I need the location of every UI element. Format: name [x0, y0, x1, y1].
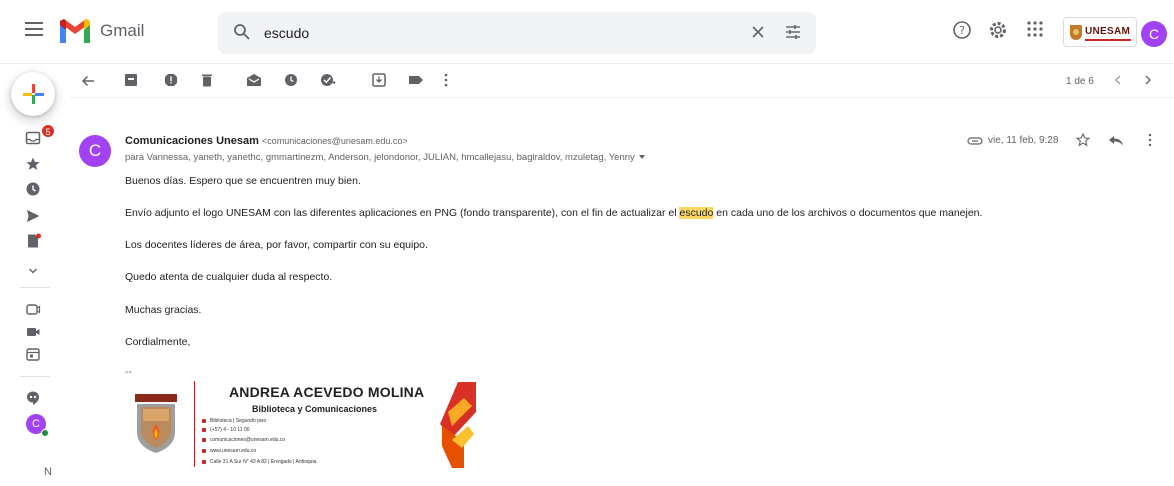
body-paragraph-attachment: Envío adjunto el logo UNESAM con las dif…: [125, 207, 983, 219]
older-chevron-icon[interactable]: [1142, 73, 1154, 87]
globe-icon: [202, 448, 206, 453]
signature-brand-shape: [440, 382, 476, 468]
mark-unread-icon[interactable]: [246, 73, 262, 87]
drafts-icon[interactable]: [25, 233, 41, 249]
add-to-tasks-icon[interactable]: [320, 73, 336, 87]
plus-icon: [23, 84, 44, 104]
unesam-crest-logo: [135, 394, 177, 453]
sent-icon[interactable]: [25, 208, 41, 224]
star-icon[interactable]: [1076, 133, 1090, 147]
signature-phone: (+57) 4 - 10 11 00: [202, 427, 250, 433]
body-thanks: Muchas gracias.: [125, 304, 202, 316]
signature-email[interactable]: comunicaciones@unesam.edu.co: [202, 437, 285, 443]
back-icon[interactable]: [80, 73, 96, 89]
gmail-wordmark: Gmail: [100, 21, 145, 40]
search-options-icon[interactable]: [784, 24, 802, 40]
move-to-icon[interactable]: [372, 73, 386, 87]
calendar-icon[interactable]: [25, 346, 41, 362]
sender-name[interactable]: Comunicaciones Unesam: [125, 135, 259, 147]
body-paragraph-questions: Quedo atenta de cualquier duda al respec…: [125, 271, 333, 283]
label-icon[interactable]: [408, 73, 424, 87]
pagination-label: 1 de 6: [1066, 76, 1094, 87]
sender-avatar[interactable]: C: [79, 135, 111, 167]
starred-icon[interactable]: [25, 156, 41, 172]
signature-separator: --: [125, 367, 132, 378]
unesam-shield-icon: [1070, 25, 1082, 40]
location-pin-icon: [202, 418, 206, 423]
inbox-icon[interactable]: [25, 130, 41, 146]
gmail-logo-icon[interactable]: [58, 19, 92, 45]
signature-role: Biblioteca y Comunicaciones: [252, 404, 378, 414]
signature-name: ANDREA ACEVEDO MOLINA: [229, 384, 425, 400]
organization-name: UNESAM: [1085, 26, 1131, 37]
signature-address: Calle 31 A Sur N° 43 A 82 | Envigado | A…: [202, 459, 316, 465]
chat-icon[interactable]: [25, 302, 41, 318]
help-icon[interactable]: ?: [952, 20, 972, 40]
online-status-dot: [41, 429, 49, 437]
delete-icon[interactable]: [200, 73, 214, 87]
signature-location: Biblioteca | Segundo piso: [202, 418, 266, 424]
snooze-icon[interactable]: [284, 73, 298, 87]
top-bar: Gmail ?: [0, 0, 1174, 64]
attachment-icon: [967, 137, 983, 145]
search-highlight: escudo: [679, 207, 714, 219]
apps-grid-icon[interactable]: [1026, 20, 1044, 38]
organization-badge[interactable]: UNESAM: [1063, 17, 1137, 47]
sender-email: <comunicaciones@unesam.edu.co>: [261, 136, 408, 146]
more-labels-chevron-icon[interactable]: [25, 263, 41, 279]
home-icon: [202, 459, 206, 464]
meet-icon[interactable]: [25, 324, 41, 340]
reply-icon[interactable]: [1108, 133, 1124, 147]
unread-count-badge: 5: [41, 124, 55, 138]
body-greeting: Buenos días. Espero que se encuentren mu…: [125, 175, 361, 187]
report-spam-icon[interactable]: [164, 73, 178, 87]
search-bar[interactable]: [218, 12, 816, 54]
account-avatar[interactable]: C: [1141, 21, 1167, 47]
body-closing: Cordialmente,: [125, 336, 191, 348]
phone-icon: [202, 427, 206, 432]
archive-icon[interactable]: [124, 73, 138, 87]
recipients-list: para Vannessa, yaneth, yanethc, gmmartin…: [125, 152, 635, 163]
rail-footer-letter: N: [44, 466, 52, 478]
sender-line: Comunicaciones Unesam <comunicaciones@un…: [125, 135, 408, 147]
clear-search-icon[interactable]: [749, 23, 767, 41]
message-date: vie, 11 feb, 9:28: [988, 135, 1059, 146]
message-toolbar: 1 de 6: [70, 64, 1174, 98]
search-icon[interactable]: [233, 23, 251, 41]
recipients-line[interactable]: para Vannessa, yaneth, yanethc, gmmartin…: [125, 152, 645, 163]
body-paragraph-share: Los docentes líderes de área, por favor,…: [125, 239, 428, 251]
compose-button[interactable]: [11, 72, 55, 116]
hangouts-icon[interactable]: [25, 390, 41, 406]
mail-icon: [202, 437, 206, 442]
main-menu-icon[interactable]: [25, 22, 43, 36]
newer-chevron-icon[interactable]: [1112, 73, 1124, 87]
snoozed-icon[interactable]: [25, 181, 41, 197]
svg-text:?: ?: [959, 24, 965, 37]
show-details-caret-icon[interactable]: [638, 155, 645, 160]
message-more-icon[interactable]: [1147, 133, 1153, 147]
settings-icon[interactable]: [988, 20, 1008, 40]
search-input[interactable]: [264, 22, 734, 44]
signature-website[interactable]: www.unesam.edu.co: [202, 448, 256, 454]
more-icon[interactable]: [443, 73, 449, 87]
